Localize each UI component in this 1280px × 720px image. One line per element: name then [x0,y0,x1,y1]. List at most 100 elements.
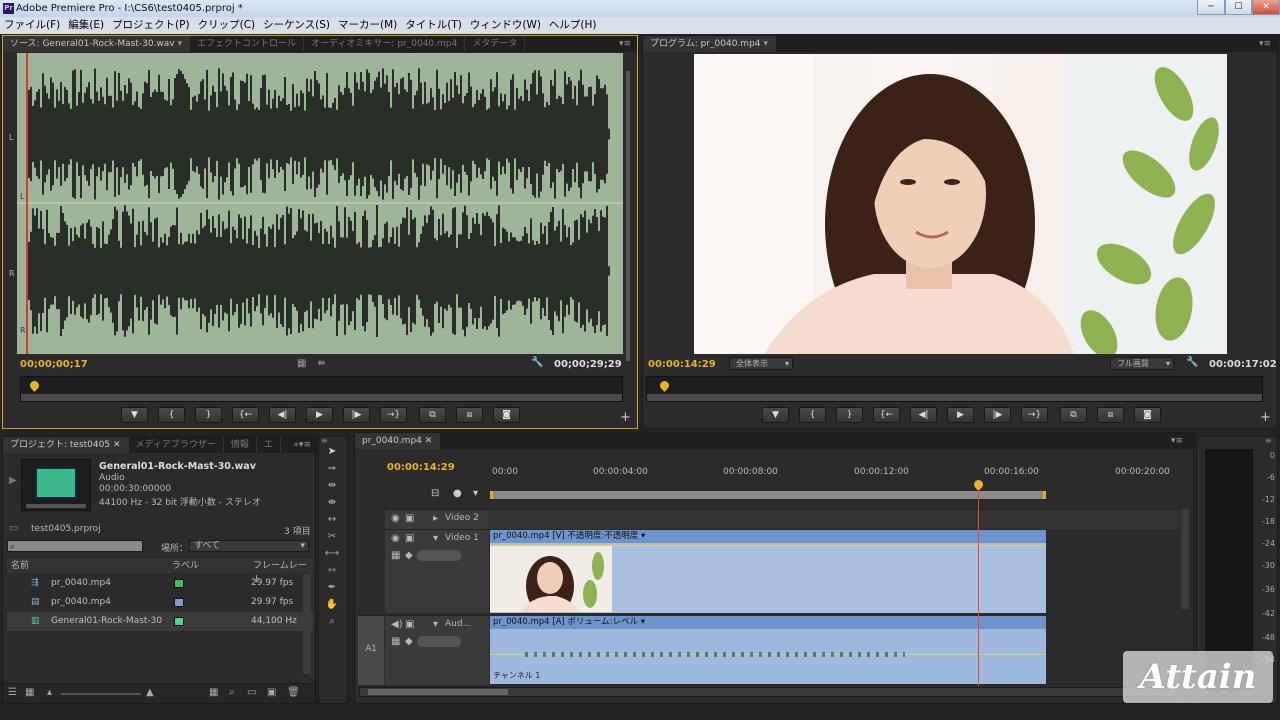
snap-icon[interactable]: ⊟ [431,488,439,499]
quality-dropdown[interactable]: フル画質 ▾ [1110,357,1174,370]
thumbnail-scrubber[interactable] [26,504,86,508]
pen-tool-icon[interactable]: ✒ [323,581,341,595]
panel-menu-icon[interactable]: ≡ [1265,436,1272,445]
timeline-horizontal-scrollbar[interactable] [359,687,1179,697]
step-back-button[interactable]: ◀| [910,407,937,423]
eye-icon[interactable]: ◉ [391,533,400,544]
eye-icon[interactable]: ◉ [391,513,400,524]
column-label[interactable]: ラベル [172,559,199,573]
keyframe-icon[interactable]: ◆ [405,636,413,647]
icon-view-icon[interactable]: ▦ [25,687,34,698]
tab-effect-controls[interactable]: エフェクトコントロール [190,36,305,52]
add-marker-icon[interactable]: ● [453,488,462,499]
column-name[interactable]: 名前 [11,559,29,573]
step-back-button[interactable]: ◀| [269,407,296,423]
slip-tool-icon[interactable]: ⟷ [323,547,341,561]
source-current-timecode[interactable]: 00;00;00;17 [20,359,88,370]
menu-project[interactable]: プロジェクト(P) [108,17,194,34]
mark-in-button[interactable]: { [158,407,185,423]
display-style-icon[interactable]: ▦ [391,636,400,647]
rate-stretch-tool-icon[interactable]: ↔ [323,513,341,527]
hand-tool-icon[interactable]: ✋ [323,598,341,612]
panel-menu-icon[interactable]: »▾≡ [293,440,315,450]
panel-menu-icon[interactable]: ▾≡ [1171,436,1193,446]
menu-marker[interactable]: マーカー(M) [334,17,401,34]
expand-icon[interactable]: ▸ [433,513,438,524]
export-frame-button[interactable]: ◙ [1134,407,1161,423]
go-to-in-button[interactable]: {← [232,407,259,423]
list-view-icon[interactable]: ☰ [8,687,17,698]
wrench-icon[interactable]: 🔧 [531,357,543,368]
fit-dropdown[interactable]: 全体表示 ▾ [729,357,793,370]
add-marker-button[interactable]: ▼ [121,407,148,423]
source-waveform[interactable] [17,53,623,354]
keyframe-icon[interactable]: ◆ [405,550,413,561]
menu-sequence[interactable]: シーケンス(S) [259,17,334,34]
play-button[interactable]: ▶ [947,407,974,423]
list-item[interactable]: ⇶ pr_0040.mp4 29.97 fps [7,574,313,593]
scrollbar-thumb[interactable] [368,689,508,695]
find-icon[interactable]: ⌕ [229,687,235,698]
zoom-tool-icon[interactable]: ⌕ [323,615,341,629]
panel-menu-icon[interactable]: ≡ [321,436,328,445]
mark-out-button[interactable]: } [836,407,863,423]
zoom-in-icon[interactable]: ▲ [146,687,154,698]
tab-sequence[interactable]: pr_0040.mp4 ✕ [355,433,441,449]
clip-thumbnail[interactable] [21,459,91,511]
program-time-ruler[interactable] [646,376,1263,402]
source-playhead[interactable] [26,53,28,354]
mark-in-button[interactable]: { [799,407,826,423]
maximize-button[interactable]: ☐ [1225,0,1252,15]
collapse-icon[interactable]: ▾ [433,619,438,630]
close-tab-icon[interactable]: ✕ [113,440,121,450]
mark-out-button[interactable]: } [195,407,222,423]
collapse-icon[interactable]: ▾ [433,533,438,544]
search-input[interactable]: ⌕ [7,540,143,552]
go-to-out-button[interactable]: →} [380,407,407,423]
display-style-icon[interactable]: ▦ [391,550,400,561]
minimize-button[interactable]: ─ [1197,0,1225,15]
go-to-out-button[interactable]: →} [1021,407,1048,423]
slide-tool-icon[interactable]: ⇿ [323,564,341,578]
trash-icon[interactable]: 🗑 [287,687,300,698]
source-time-ruler[interactable] [20,376,623,402]
step-forward-button[interactable]: |▶ [343,407,370,423]
audio-clip[interactable]: pr_0040.mp4 [A] ボリューム:レベル ▾ チャンネル 1 [490,616,1046,684]
tab-media-browser[interactable]: メディアブラウザー [129,437,224,453]
program-video-frame[interactable] [694,54,1227,354]
source-vertical-scrollbar[interactable] [626,71,630,361]
extract-button[interactable]: ⧈ [1097,407,1124,423]
close-tab-icon[interactable]: ✕ [425,436,433,446]
keyframe-nav-control[interactable] [417,636,461,647]
automate-to-sequence-icon[interactable]: ▦ [209,687,218,698]
timeline-current-timecode[interactable]: 00:00:14:29 [387,462,455,473]
tab-program[interactable]: プログラム: pr_0040.mp4 ▾ [643,36,776,52]
razor-tool-icon[interactable]: ✂ [323,530,341,544]
timeline-playhead[interactable] [978,491,979,686]
tab-source[interactable]: ソース: General01-Rock-Mast-30.wav ▾ [3,36,191,52]
video-clip[interactable]: pr_0040.mp4 [V] 不透明度:不透明度 ▾ [490,530,1046,613]
timeline-ruler[interactable]: 00:00 00:00:04:00 00:00:08:00 00:00:12:0… [490,467,1180,501]
ripple-edit-tool-icon[interactable]: ⇹ [323,479,341,493]
menu-title[interactable]: タイトル(T) [401,17,466,34]
add-marker-button[interactable]: ▼ [762,407,789,423]
lock-icon[interactable]: ▣ [405,513,414,524]
track-select-tool-icon[interactable]: ⇒ [323,462,341,476]
timeline-video-scrollbar[interactable] [1181,509,1189,609]
drag-audio-icon[interactable]: ⇻ [317,358,325,369]
menu-edit[interactable]: 編集(E) [64,17,108,34]
export-frame-button[interactable]: ◙ [493,407,520,423]
work-area-bar[interactable] [490,491,1046,499]
rolling-edit-tool-icon[interactable]: ⇼ [323,496,341,510]
close-button[interactable]: ✕ [1252,0,1280,15]
tab-project[interactable]: プロジェクト: test0405 ✕ [3,437,129,453]
program-playhead-marker-icon[interactable] [658,379,671,392]
keyframe-nav-control[interactable] [417,550,461,561]
source-playhead-marker-icon[interactable] [28,379,41,392]
step-forward-button[interactable]: |▶ [984,407,1011,423]
tab-metadata[interactable]: メタデータ [465,36,526,52]
program-zoom-bar[interactable] [647,394,1262,401]
play-thumbnail-icon[interactable]: ▶ [9,475,17,486]
timeline-playhead-marker-icon[interactable] [972,478,985,491]
overwrite-button[interactable]: ⧈ [456,407,483,423]
